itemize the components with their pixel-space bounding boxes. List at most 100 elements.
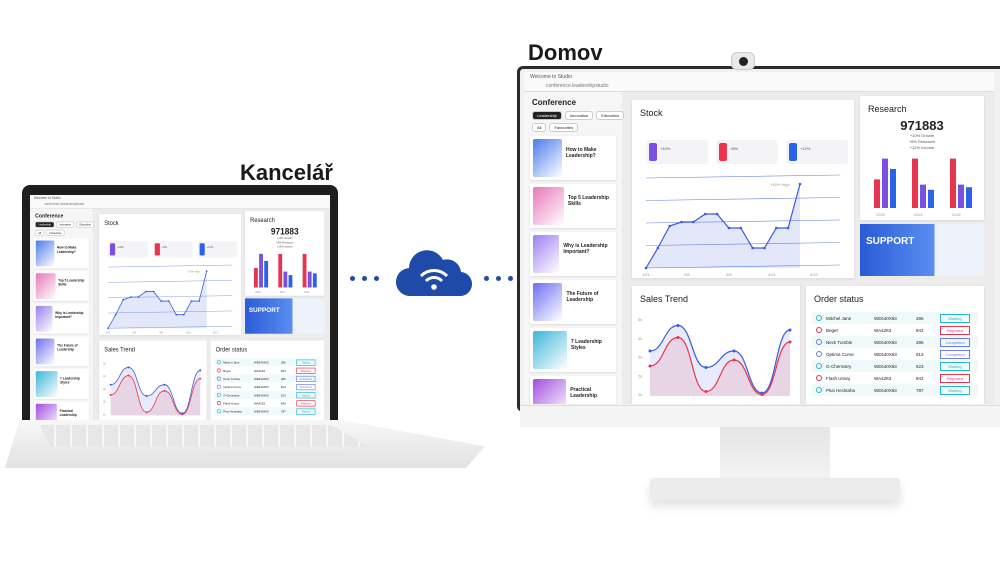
gridline (108, 264, 233, 268)
sidebar-card[interactable]: Why is Leadership Important? (33, 303, 89, 334)
order-row[interactable]: G-Chemistry WE640X63 623 Waiting (214, 390, 321, 399)
chip-education[interactable]: Education (76, 221, 95, 228)
research-bar (920, 184, 926, 208)
sidebar-card[interactable]: Top 5 Leadership Skills (33, 271, 89, 302)
order-amount: 286 (916, 339, 924, 345)
filter-all[interactable]: All (35, 229, 45, 236)
status-badge[interactable]: Rejected (940, 325, 970, 335)
stock-point (205, 270, 208, 273)
status-badge[interactable]: Waiting (296, 391, 316, 398)
order-amount: 286 (280, 360, 286, 364)
chip-education[interactable]: Education (596, 111, 625, 120)
status-badge[interactable]: Completed (940, 337, 970, 347)
sidebar-card[interactable]: How to Make Leadership? (33, 238, 89, 269)
sidebar-card[interactable]: Why is Leadership Important? (530, 232, 616, 276)
browser-tab[interactable]: Welcome to Studio (530, 74, 572, 80)
order-row[interactable]: Optima Curve WE640X63 813 Completed (812, 348, 978, 360)
status-badge[interactable]: Waiting (940, 385, 970, 395)
order-id: WE640X63 (254, 409, 269, 413)
research-bar (259, 253, 263, 288)
order-row[interactable]: Flash Unsaj WA4263 843 Rejected (812, 372, 978, 384)
order-name: G-Chemistry (223, 393, 240, 397)
filter-favourites[interactable]: Favourites (549, 123, 579, 132)
sidebar-title: Conference (532, 98, 577, 107)
address-bar[interactable]: conference.leadershipstudio (44, 202, 84, 206)
status-icon (216, 376, 221, 381)
research-bar (890, 169, 896, 208)
order-row[interactable]: Neck Tumble WE640X63 286 Completed (812, 336, 978, 348)
stock-point (763, 246, 766, 250)
card-title: Why is Leadership Important? (563, 243, 608, 255)
sales-y-label: 1k (103, 412, 106, 416)
sidebar-card[interactable]: Practical Leadership (530, 376, 616, 404)
card-thumbnail (533, 139, 562, 177)
address-bar[interactable]: conference.leadershipstudio (546, 83, 609, 89)
order-name: Beget (826, 327, 838, 333)
stock-point (160, 300, 162, 302)
chip-leadership[interactable]: Leadership (35, 221, 55, 228)
stock-point (152, 290, 155, 293)
order-row[interactable]: Mitchel Jane WE640X63 286 Waiting (214, 358, 321, 367)
status-badge[interactable]: Completed (940, 349, 970, 359)
browser-tab[interactable]: Welcome to Studio (34, 196, 61, 200)
filter-all[interactable]: All (532, 123, 547, 132)
stock-peak-label: +16% High (187, 269, 200, 273)
order-id: WE640X63 (254, 385, 269, 389)
laptop-dashboard: Welcome to Studio conference.leaderships… (30, 195, 330, 420)
status-badge[interactable]: Rejected (296, 400, 316, 407)
sales-trend-panel: Sales Trend 5k 4k 3k 2k 1k (632, 286, 800, 404)
order-id: WE640X63 (874, 351, 897, 357)
status-badge[interactable]: Waiting (296, 408, 316, 415)
order-row[interactable]: Optima Curve WE640X63 813 Completed (214, 382, 321, 391)
order-id: WE640X63 (874, 363, 897, 369)
sidebar-card[interactable]: 7 Leadership Styles (33, 369, 89, 399)
order-row[interactable]: Beget WA4263 843 Rejected (214, 366, 321, 375)
order-row[interactable]: Plus Hecktaha WE640X63 787 Waiting (214, 407, 321, 416)
status-badge[interactable]: Waiting (296, 359, 316, 366)
gridline (645, 197, 841, 201)
order-row[interactable]: Mitchel Jane WE640X63 286 Waiting (812, 312, 978, 324)
sidebar-card[interactable]: The Future of Leadership (33, 336, 89, 367)
research-chart: 2020 2021 2022 (874, 158, 972, 217)
order-row[interactable]: G-Chemistry WE640X63 623 Waiting (812, 360, 978, 372)
order-row[interactable]: Flash Unsaj WA4263 843 Rejected (214, 399, 321, 408)
card-thumbnail (35, 273, 56, 300)
gridline (108, 295, 233, 298)
chip-innovation[interactable]: Innovation (56, 221, 75, 228)
status-icon (216, 360, 221, 365)
card-thumbnail (35, 371, 58, 397)
filter-favourites[interactable]: Favourites (46, 229, 65, 236)
support-banner[interactable]: SUPPORT (860, 224, 984, 276)
stock-point (668, 224, 671, 228)
order-row[interactable]: Beget WA4263 843 Rejected (812, 324, 978, 336)
status-badge[interactable]: Waiting (940, 361, 970, 371)
status-badge[interactable]: Completed (296, 375, 316, 382)
order-id: WA4263 (254, 401, 265, 405)
chip-innovation[interactable]: Innovation (564, 111, 594, 120)
research-bar (307, 271, 312, 288)
research-value: 971883 (900, 118, 944, 133)
research-bar (950, 158, 956, 208)
laptop-touchpad (205, 452, 345, 462)
chip-leadership[interactable]: Leadership (532, 111, 562, 120)
order-name: Mitchel Jane (826, 315, 852, 321)
sidebar-card[interactable]: How to Make Leadership? (530, 136, 616, 180)
order-row[interactable]: Plus Hecktaha WE640X63 787 Waiting (812, 384, 978, 396)
status-badge[interactable]: Rejected (296, 367, 316, 374)
order-row[interactable]: Neck Tumble WE640X63 286 Completed (214, 374, 321, 383)
status-badge[interactable]: Rejected (940, 373, 970, 383)
research-bar (882, 158, 888, 208)
order-amount: 843 (280, 401, 286, 405)
status-badge[interactable]: Waiting (940, 313, 970, 323)
sales-trend-chart: 5k 4k 3k 2k 1k (638, 317, 792, 397)
support-banner[interactable]: SUPPORT (245, 298, 325, 334)
sidebar-card[interactable]: Top 5 Leadership Skills (530, 184, 616, 228)
sidebar-card[interactable]: Practical Leadership (33, 401, 89, 420)
sidebar-card[interactable]: The Future of Leadership (530, 280, 616, 324)
order-amount: 843 (916, 375, 924, 381)
research-chart: 2020 2021 2022 (254, 253, 317, 294)
status-badge[interactable]: Completed (296, 383, 316, 390)
order-name: Optima Curve (223, 385, 242, 389)
card-title: Practical Leadership (59, 409, 77, 418)
sidebar-card[interactable]: 7 Leadership Styles (530, 328, 616, 372)
